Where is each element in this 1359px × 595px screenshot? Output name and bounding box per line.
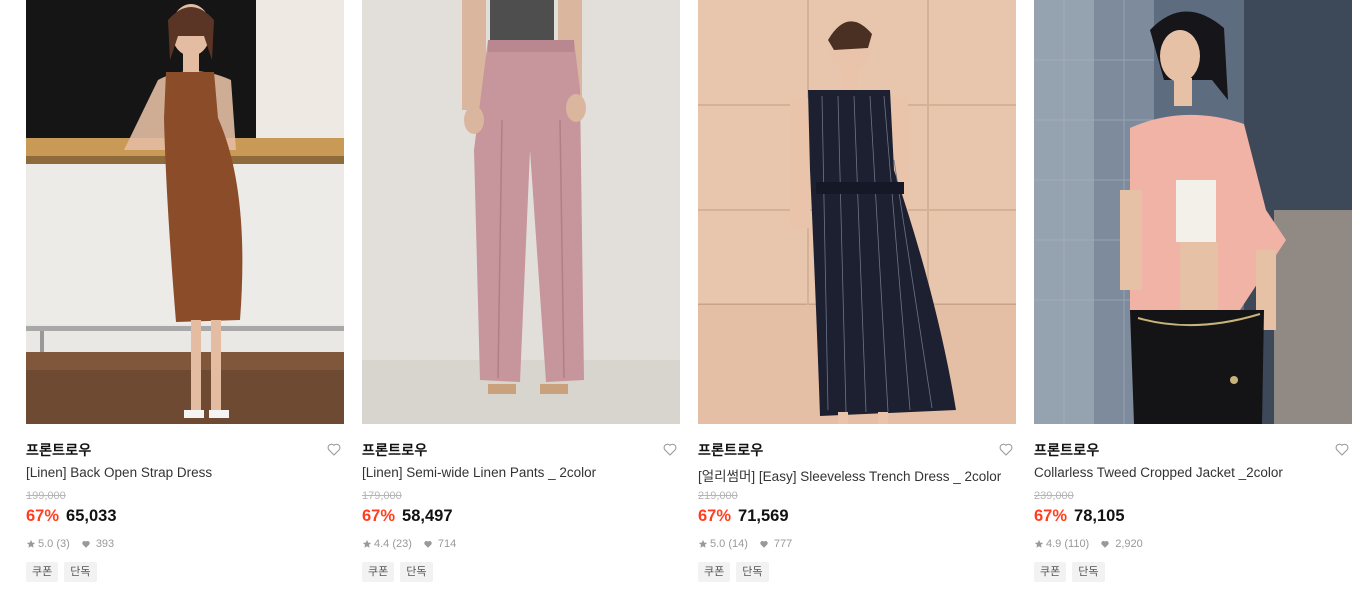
likes: 393: [81, 538, 114, 550]
exclusive-tag: 단독: [400, 562, 433, 582]
product-image[interactable]: [26, 0, 344, 424]
like-count: 714: [437, 538, 457, 550]
product-title[interactable]: [얼리썸머] [Easy] Sleeveless Trench Dress _ …: [698, 465, 1010, 485]
product-image[interactable]: [1034, 0, 1352, 424]
product-title[interactable]: [Linen] Semi-wide Linen Pants _ 2color: [362, 465, 674, 480]
likes: 777: [759, 538, 792, 550]
tag-list: 쿠폰 단독: [26, 562, 97, 582]
original-price: 239,000: [1034, 490, 1074, 502]
rating-value: 5.0: [38, 538, 54, 550]
rating: 5.0 (3): [26, 538, 70, 550]
coupon-tag: 쿠폰: [26, 562, 59, 582]
heart-filled-icon: [1101, 541, 1109, 548]
product-title[interactable]: Collarless Tweed Cropped Jacket _2color: [1034, 465, 1346, 480]
rating-value: 4.9: [1046, 538, 1062, 550]
review-count: (3): [56, 538, 70, 550]
star-icon: [698, 539, 708, 548]
like-count: 393: [95, 538, 115, 550]
heart-outline-icon[interactable]: [326, 441, 342, 457]
review-count: (14): [728, 538, 748, 550]
product-meta: 4.9 (110) 2,920: [1034, 538, 1143, 550]
likes: 714: [423, 538, 456, 550]
coupon-tag: 쿠폰: [698, 562, 731, 582]
sale-price: 58,497: [402, 507, 453, 525]
product-card[interactable]: 프론트로우 [Linen] Back Open Strap Dress 199,…: [26, 0, 344, 595]
exclusive-tag: 단독: [736, 562, 769, 582]
rating: 5.0 (14): [698, 538, 748, 550]
rating: 4.9 (110): [1034, 538, 1089, 550]
discount-rate: 67%: [1034, 507, 1068, 525]
product-meta: 5.0 (14) 777: [698, 538, 792, 550]
product-card[interactable]: 프론트로우 [Linen] Semi-wide Linen Pants _ 2c…: [362, 0, 680, 595]
original-price: 179,000: [362, 490, 402, 502]
exclusive-tag: 단독: [1072, 562, 1105, 582]
heart-outline-icon[interactable]: [998, 441, 1014, 457]
discount-rate: 67%: [362, 507, 396, 525]
review-count: (23): [392, 538, 412, 550]
review-count: (110): [1064, 538, 1090, 550]
rating-value: 5.0: [710, 538, 726, 550]
discount-rate: 67%: [698, 507, 732, 525]
product-title[interactable]: [Linen] Back Open Strap Dress: [26, 465, 338, 480]
brand-name[interactable]: 프론트로우: [698, 440, 763, 460]
brand-name[interactable]: 프론트로우: [26, 440, 91, 460]
discount-rate: 67%: [26, 507, 60, 525]
tag-list: 쿠폰 단독: [362, 562, 433, 582]
sale-price: 71,569: [738, 507, 789, 525]
price-line: 67% 78,105: [1034, 507, 1125, 526]
like-count: 777: [773, 538, 793, 550]
product-meta: 5.0 (3) 393: [26, 538, 114, 550]
price-line: 67% 58,497: [362, 507, 453, 526]
sale-price: 78,105: [1074, 507, 1125, 525]
sale-price: 65,033: [66, 507, 117, 525]
coupon-tag: 쿠폰: [1034, 562, 1067, 582]
product-image[interactable]: [698, 0, 1016, 424]
product-card[interactable]: 프론트로우 Collarless Tweed Cropped Jacket _2…: [1034, 0, 1352, 595]
heart-outline-icon[interactable]: [1334, 441, 1350, 457]
rating: 4.4 (23): [362, 538, 412, 550]
product-meta: 4.4 (23) 714: [362, 538, 456, 550]
tag-list: 쿠폰 단독: [698, 562, 769, 582]
heart-filled-icon: [760, 541, 768, 548]
exclusive-tag: 단독: [64, 562, 97, 582]
coupon-tag: 쿠폰: [362, 562, 395, 582]
heart-outline-icon[interactable]: [662, 441, 678, 457]
product-image[interactable]: [362, 0, 680, 424]
rating-value: 4.4: [374, 538, 390, 550]
like-count: 2,920: [1115, 538, 1143, 550]
tag-list: 쿠폰 단독: [1034, 562, 1105, 582]
original-price: 219,000: [698, 490, 738, 502]
product-grid: 프론트로우 [Linen] Back Open Strap Dress 199,…: [0, 0, 1359, 595]
product-card[interactable]: 프론트로우 [얼리썸머] [Easy] Sleeveless Trench Dr…: [698, 0, 1016, 595]
price-line: 67% 65,033: [26, 507, 117, 526]
likes: 2,920: [1100, 538, 1143, 550]
brand-name[interactable]: 프론트로우: [362, 440, 427, 460]
star-icon: [1034, 539, 1044, 548]
star-icon: [362, 539, 372, 548]
price-line: 67% 71,569: [698, 507, 789, 526]
heart-filled-icon: [424, 541, 432, 548]
heart-filled-icon: [82, 541, 90, 548]
brand-name[interactable]: 프론트로우: [1034, 440, 1099, 460]
original-price: 199,000: [26, 490, 66, 502]
star-icon: [26, 539, 36, 548]
